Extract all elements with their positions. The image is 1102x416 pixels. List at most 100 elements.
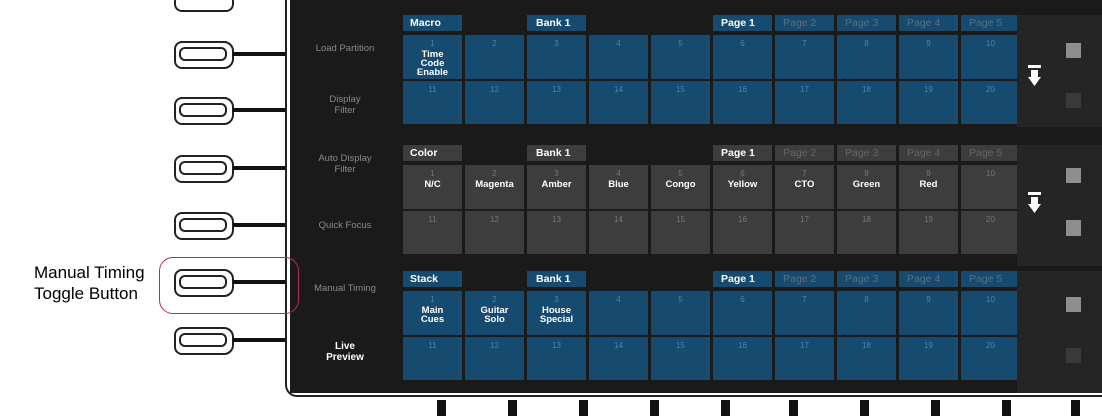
color-cell-11[interactable]: 11 [403,211,462,254]
fader-stub-7[interactable] [860,400,869,416]
page-down-arrow-icon[interactable] [1028,192,1041,214]
stack-cell-15[interactable]: 15 [651,337,710,380]
stack-cell-11[interactable]: 11 [403,337,462,380]
stack-cell-2[interactable]: 2 Guitar Solo [465,291,524,335]
macro-cell-14[interactable]: 14 [589,81,648,124]
macro-cell-11[interactable]: 11 [403,81,462,124]
stack-cell-4[interactable]: 4 [589,291,648,335]
color-cell-4[interactable]: 4 Blue [589,165,648,209]
color-cell-10[interactable]: 10 [961,165,1020,209]
color-cell-1[interactable]: 1 N/C [403,165,462,209]
macro-cell-6[interactable]: 6 [713,35,772,79]
bank-label-0[interactable]: Bank 1 [536,15,570,31]
page-tab-0-4[interactable]: Page 4 [907,15,940,31]
fader-stub-8[interactable] [931,400,940,416]
stack-cell-12[interactable]: 12 [465,337,524,380]
stack-cell-10[interactable]: 10 [961,291,1020,335]
fader-stub-1[interactable] [437,400,446,416]
color-cell-18[interactable]: 18 [837,211,896,254]
stack-cell-8[interactable]: 8 [837,291,896,335]
stack-cell-19[interactable]: 19 [899,337,958,380]
macro-cell-3[interactable]: 3 [527,35,586,79]
color-cell-8[interactable]: 8 Green [837,165,896,209]
fader-stub-3[interactable] [579,400,588,416]
page-tab-0-1[interactable]: Page 1 [721,15,755,31]
page-tab-1-4[interactable]: Page 4 [907,145,940,161]
page-tab-2-3[interactable]: Page 3 [845,271,878,287]
macro-cell-9[interactable]: 9 [899,35,958,79]
stack-cell-3[interactable]: 3 House Special [527,291,586,335]
color-cell-19[interactable]: 19 [899,211,958,254]
macro-cell-18[interactable]: 18 [837,81,896,124]
stack-cell-9[interactable]: 9 [899,291,958,335]
softkey-hardware-button-4[interactable] [174,212,289,240]
macro-cell-5[interactable]: 5 [651,35,710,79]
bank-label-2[interactable]: Bank 1 [536,271,570,287]
page-tab-0-2[interactable]: Page 2 [783,15,816,31]
page-tab-0-5[interactable]: Page 5 [969,15,1002,31]
stack-cell-6[interactable]: 6 [713,291,772,335]
macro-cell-15[interactable]: 15 [651,81,710,124]
page-tab-0-3[interactable]: Page 3 [845,15,878,31]
fader-stub-6[interactable] [789,400,798,416]
stack-cell-16[interactable]: 16 [713,337,772,380]
macro-cell-2[interactable]: 2 [465,35,524,79]
stack-cell-17[interactable]: 17 [775,337,834,380]
macro-cell-17[interactable]: 17 [775,81,834,124]
stack-cell-1[interactable]: 1 Main Cues [403,291,462,335]
color-cell-5[interactable]: 5 Congo [651,165,710,209]
color-cell-17[interactable]: 17 [775,211,834,254]
macro-cell-12[interactable]: 12 [465,81,524,124]
color-cell-13[interactable]: 13 [527,211,586,254]
color-cell-20[interactable]: 20 [961,211,1020,254]
page-tab-2-1[interactable]: Page 1 [721,271,755,287]
macro-cell-10[interactable]: 10 [961,35,1020,79]
bank-label-1[interactable]: Bank 1 [536,145,570,161]
color-cell-15[interactable]: 15 [651,211,710,254]
color-cell-3[interactable]: 3 Amber [527,165,586,209]
macro-cell-13[interactable]: 13 [527,81,586,124]
macro-cell-16[interactable]: 16 [713,81,772,124]
page-tab-2-5[interactable]: Page 5 [969,271,1002,287]
color-cell-7[interactable]: 7 CTO [775,165,834,209]
stack-cell-5[interactable]: 5 [651,291,710,335]
fader-stub-5[interactable] [721,400,730,416]
macro-cell-20[interactable]: 20 [961,81,1020,124]
fader-stub-4[interactable] [650,400,659,416]
stack-cell-7[interactable]: 7 [775,291,834,335]
color-cell-12[interactable]: 12 [465,211,524,254]
page-tab-2-4[interactable]: Page 4 [907,271,940,287]
softkey-hardware-button-1[interactable] [174,41,289,69]
softkey-hardware-button-3[interactable] [174,155,289,183]
fader-stub-2[interactable] [508,400,517,416]
macro-cell-4[interactable]: 4 [589,35,648,79]
square-button-icon[interactable] [1066,168,1081,183]
page-down-arrow-icon[interactable] [1028,65,1041,87]
fader-stub-9[interactable] [1002,400,1011,416]
page-tab-1-2[interactable]: Page 2 [783,145,816,161]
square-button-icon[interactable] [1066,93,1081,108]
square-button-icon[interactable] [1066,43,1081,58]
macro-cell-7[interactable]: 7 [775,35,834,79]
macro-cell-8[interactable]: 8 [837,35,896,79]
color-cell-14[interactable]: 14 [589,211,648,254]
fader-stub-10[interactable] [1071,400,1080,416]
stack-cell-18[interactable]: 18 [837,337,896,380]
page-tab-1-1[interactable]: Page 1 [721,145,755,161]
stack-cell-14[interactable]: 14 [589,337,648,380]
stack-cell-13[interactable]: 13 [527,337,586,380]
color-cell-16[interactable]: 16 [713,211,772,254]
color-cell-6[interactable]: 6 Yellow [713,165,772,209]
hardware-button-partial[interactable] [174,0,234,12]
page-tab-1-3[interactable]: Page 3 [845,145,878,161]
macro-cell-19[interactable]: 19 [899,81,958,124]
color-cell-9[interactable]: 9 Red [899,165,958,209]
macro-cell-1[interactable]: 1 Time Code Enable [403,35,462,79]
square-button-icon[interactable] [1066,348,1081,363]
page-tab-1-5[interactable]: Page 5 [969,145,1002,161]
softkey-hardware-button-2[interactable] [174,97,289,125]
page-tab-2-2[interactable]: Page 2 [783,271,816,287]
softkey-hardware-button-6[interactable] [174,327,289,355]
stack-cell-20[interactable]: 20 [961,337,1020,380]
square-button-icon[interactable] [1066,297,1081,312]
